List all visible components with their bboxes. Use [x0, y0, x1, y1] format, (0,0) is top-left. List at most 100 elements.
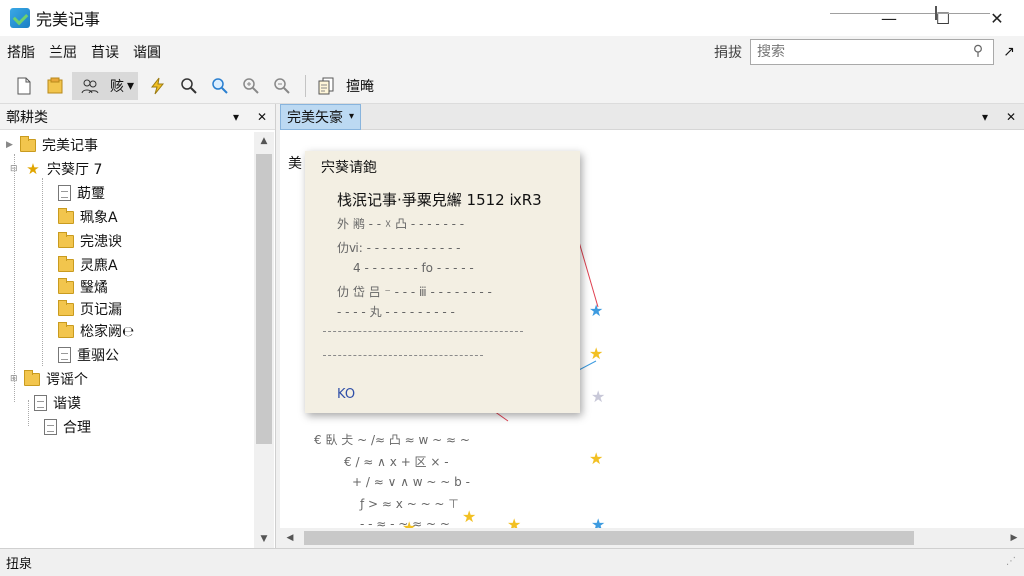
tree-item[interactable]: 棇家阙℮	[58, 320, 134, 342]
folder-icon	[24, 369, 40, 386]
maximize-button[interactable]: ☐	[916, 0, 970, 36]
note-line: 仂 岱 吕 ⁻ - - - ⅲ - - - - - - - -	[337, 285, 492, 299]
star-folder-icon: ★	[26, 160, 40, 178]
people-icon[interactable]	[76, 72, 104, 100]
tree-item[interactable]: 灵麃A	[58, 254, 118, 276]
tree-item-label: 谔谣个	[46, 372, 88, 388]
search-input[interactable]	[757, 44, 969, 60]
tab-active[interactable]: 完美矢豪 ▾	[280, 103, 362, 130]
tree-item[interactable]: 莇璽	[58, 182, 105, 204]
folder-icon	[58, 231, 74, 248]
note-heading: 栈泯记事·爭粟皃繲 1512 ⅸR3	[337, 191, 542, 209]
tree-item[interactable]: ⊞ 谔谣个	[10, 368, 88, 390]
zoom-slider-thumb[interactable]	[935, 6, 937, 20]
lightning-icon[interactable]	[144, 72, 172, 100]
tab-dropdown-icon[interactable]: ▾	[349, 111, 354, 122]
search-icon[interactable]: ⚲	[969, 43, 987, 61]
tree-item-label: 莇璽	[77, 186, 105, 202]
view-dropdown-icon[interactable]: ▾	[127, 78, 134, 94]
tree-guide	[28, 400, 29, 426]
tree-item-root[interactable]: ▶ 完美记事	[6, 134, 98, 156]
expand-icon[interactable]: ▶	[6, 140, 16, 150]
tree-item[interactable]: 完漶谀	[58, 230, 122, 252]
sidebar-close-icon[interactable]: ✕	[249, 110, 275, 124]
tree-item-label: 棇家阙℮	[80, 324, 134, 340]
tree-item-label: 谐谟	[53, 396, 81, 412]
tree-item-starred[interactable]: ⊟ ★ 宍葵厅 7	[10, 158, 102, 180]
minimize-button[interactable]: —	[862, 0, 916, 36]
close-button[interactable]: ✕	[970, 0, 1024, 36]
pin-button[interactable]: ↗	[994, 39, 1024, 65]
note-line: 4 - - - - - - - fo - - - - -	[353, 261, 474, 275]
scribble-row: € 臥 仧 ~ /≈ 凸 ≈ w ~ ≈ ~	[314, 433, 470, 447]
document-icon	[44, 419, 57, 435]
note-line: 仂ⅵ: - - - - - - - - - - - -	[337, 241, 461, 255]
panel-close-icon[interactable]: ✕	[998, 110, 1024, 124]
tree-item[interactable]: 谐谟	[34, 392, 81, 414]
tree-item-label: 宍葵厅 7	[47, 162, 103, 178]
yellow-star-icon: ★	[462, 507, 477, 526]
scroll-thumb[interactable]	[256, 154, 272, 444]
note-card[interactable]: 宍葵请鉋 栈泯记事·爭粟皃繲 1512 ⅸR3 外 鹇 - - ☓ 凸 - - …	[305, 151, 580, 413]
scribble-row: + / ≈ ∨ ∧ w ~ ~ b -	[352, 475, 470, 489]
sidebar-panel: 鄣耕类 ▾ ✕ ▶ 完美记事 ⊟ ★ 宍葵厅 7 莇璽 珮象A 完漶谀 灵麃A …	[0, 104, 276, 548]
search-area: 捐拔 ⚲ ↗	[714, 39, 1024, 65]
scribble-row: ƒ > ≈ ⅹ ~ ~ ~ ⊤	[360, 497, 459, 511]
scroll-right-icon[interactable]: ▶	[1004, 528, 1024, 548]
tree-item[interactable]: 合理	[44, 416, 91, 438]
tree-item[interactable]: 重骃公	[58, 344, 119, 366]
tree-item-label: 完漶谀	[80, 234, 122, 250]
scribble-row: € / ≈ ∧ ⅹ + 区 × -	[344, 455, 449, 469]
window-title: 完美记事	[36, 10, 101, 29]
zoom-slider-track[interactable]	[830, 13, 990, 14]
expand-icon[interactable]: ⊞	[10, 374, 20, 384]
search-box[interactable]: ⚲	[750, 39, 994, 65]
scroll-thumb[interactable]	[304, 531, 914, 545]
resize-grip-icon[interactable]: ⋰	[1006, 556, 1016, 567]
tree-item[interactable]: 珮象A	[58, 206, 118, 228]
document-icon	[58, 347, 71, 363]
note-line: 外 鹇 - - ☓ 凸 - - - - - - -	[337, 217, 465, 231]
menu-item-2[interactable]: 兰屈	[42, 42, 84, 62]
note-canvas[interactable]: 美 ★ ★ ★ ★ ★ ★ ★ ★ ★ € 臥 仧 ~ /≈ 凸 ≈ w ~ ≈…	[280, 131, 1024, 529]
sidebar-title: 鄣耕类	[6, 109, 48, 126]
shortcut-icon	[34, 395, 47, 411]
zoom-in-icon[interactable]	[237, 72, 265, 100]
view-toggle-group: 赅 ▾	[72, 71, 139, 100]
note-title: 宍葵请鉋	[321, 160, 377, 176]
menu-item-1[interactable]: 搭脂	[0, 42, 42, 62]
menu-item-4[interactable]: 谐圓	[126, 42, 168, 62]
toolbar-separator	[305, 74, 307, 97]
sidebar-scrollbar[interactable]: ▲ ▼	[254, 132, 274, 548]
toolbar-text-label[interactable]: 擅晻	[346, 76, 374, 96]
scroll-up-icon[interactable]: ▲	[254, 132, 274, 150]
document-icon	[58, 185, 71, 201]
tree-item-label: 重骃公	[77, 348, 119, 364]
find-icon[interactable]	[206, 72, 234, 100]
folder-icon	[58, 207, 74, 224]
tree-item[interactable]: 页记漏	[58, 298, 122, 320]
tree-item[interactable]: 瑿燏	[58, 276, 108, 298]
new-document-icon[interactable]	[10, 72, 38, 100]
view-label[interactable]: 赅	[110, 76, 124, 96]
scroll-down-icon[interactable]: ▼	[254, 530, 274, 548]
notebook-tree: ▶ 完美记事 ⊟ ★ 宍葵厅 7 莇璽 珮象A 完漶谀 灵麃A 瑿燏 页记漏 棇…	[0, 132, 252, 542]
tree-item-label: 珮象A	[80, 210, 118, 226]
window-controls: — ☐ ✕	[862, 0, 1024, 36]
canvas-scrollbar[interactable]: ◀ ▶	[280, 528, 1024, 548]
scroll-left-icon[interactable]: ◀	[280, 528, 300, 548]
menu-item-3[interactable]: 苜误	[84, 42, 126, 62]
folder-icon	[20, 135, 36, 152]
note-line: - - - - 丸 - - - - - - - - -	[337, 305, 455, 319]
tree-item-label: 合理	[63, 420, 91, 436]
panel-dropdown-icon[interactable]: ▾	[972, 110, 998, 124]
expand-icon[interactable]: ⊟	[10, 164, 20, 174]
open-notebook-icon[interactable]	[41, 72, 69, 100]
search-label: 捐拔	[714, 45, 742, 61]
tree-item-label: 页记漏	[80, 302, 122, 318]
document-text-icon[interactable]	[312, 72, 340, 100]
yellow-star-icon: ★	[589, 449, 604, 468]
zoom-out-icon[interactable]	[268, 72, 296, 100]
zoom-icon[interactable]	[175, 72, 203, 100]
sidebar-dropdown-icon[interactable]: ▾	[223, 110, 249, 124]
